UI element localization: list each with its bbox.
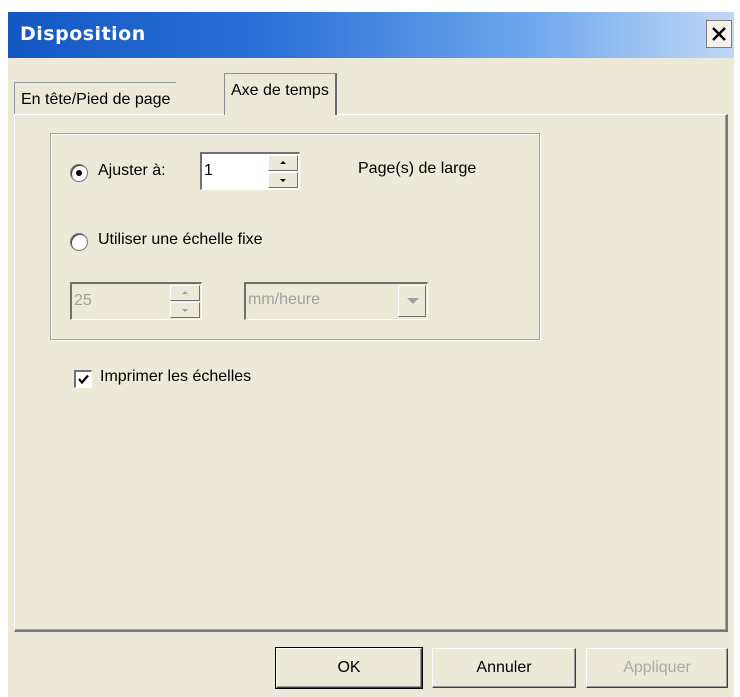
window-title: Disposition — [20, 23, 146, 45]
close-button[interactable] — [706, 20, 732, 48]
fit-radio[interactable] — [70, 164, 88, 182]
arrow-up-icon — [280, 161, 286, 164]
fixed-scale-radio[interactable] — [70, 233, 88, 251]
arrow-up-icon — [182, 291, 188, 294]
spin-up-button[interactable] — [268, 155, 298, 171]
spin-down-button[interactable] — [268, 172, 298, 188]
tab-header-footer[interactable]: En tête/Pied de page — [14, 82, 177, 115]
arrow-down-icon — [280, 179, 286, 182]
spin-down-button[interactable] — [170, 302, 200, 318]
tab-time-axis[interactable]: Axe de temps — [224, 73, 337, 115]
close-icon — [712, 27, 726, 41]
chevron-down-icon — [407, 298, 419, 304]
title-bar[interactable]: Disposition — [8, 12, 734, 58]
apply-button[interactable]: Appliquer — [586, 648, 728, 688]
spin-up-button[interactable] — [170, 285, 200, 301]
print-scales-checkbox[interactable] — [74, 370, 92, 388]
dialog-window: Disposition En tête/Pied de page Axe de … — [8, 12, 734, 697]
scale-unit-value: mm/heure — [248, 291, 321, 308]
print-scales-label: Imprimer les échelles — [100, 368, 252, 385]
fit-label: Ajuster à: — [98, 162, 166, 179]
arrow-down-icon — [182, 309, 188, 312]
pages-wide-spin-buttons — [268, 155, 298, 188]
cancel-button[interactable]: Annuler — [432, 648, 576, 688]
scale-unit-dropdown[interactable]: mm/heure — [244, 282, 428, 320]
fixed-scale-label: Utiliser une échelle fixe — [98, 231, 263, 248]
scale-value-spin-buttons — [170, 285, 200, 318]
ok-button[interactable]: OK — [275, 647, 423, 689]
scale-value-spinbox[interactable] — [70, 282, 202, 320]
pages-wide-spinbox[interactable] — [200, 152, 300, 190]
checkmark-icon — [78, 374, 89, 385]
pages-wide-unit-label: Page(s) de large — [358, 160, 477, 177]
scale-value-input[interactable] — [74, 288, 130, 314]
dropdown-button[interactable] — [398, 285, 426, 317]
radio-selected-dot — [76, 170, 82, 176]
pages-wide-input[interactable] — [204, 158, 260, 184]
